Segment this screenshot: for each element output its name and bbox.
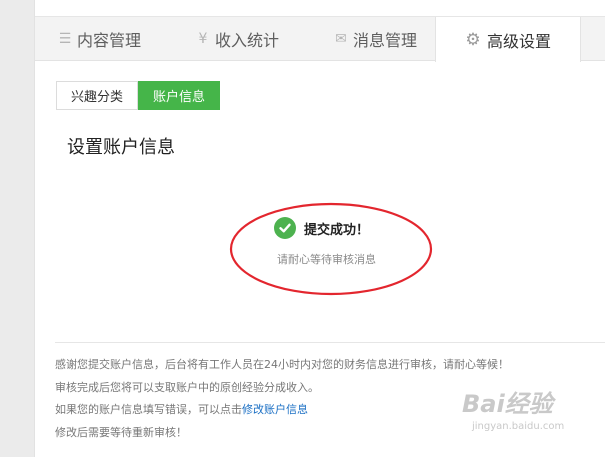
sub-tabs: 兴趣分类 账户信息 <box>56 81 221 110</box>
red-annotation-ellipse <box>229 202 433 296</box>
main-panel: ☰ 内容管理 ¥ 收入统计 ✉ 消息管理 ⚙ 高级设置 兴趣分类 账户信息 设置… <box>34 0 605 457</box>
checkmark-icon <box>274 217 296 239</box>
tab-label: 内容管理 <box>77 31 142 50</box>
tab-income-statistics[interactable]: ¥ 收入统计 <box>195 17 279 61</box>
list-icon: ☰ <box>58 31 72 47</box>
edit-account-info-link[interactable]: 修改账户信息 <box>242 403 308 416</box>
top-strip <box>35 0 605 17</box>
subtab-interest-category[interactable]: 兴趣分类 <box>56 81 139 110</box>
tab-bar: ☰ 内容管理 ¥ 收入统计 ✉ 消息管理 ⚙ 高级设置 <box>35 17 605 62</box>
tab-label: 消息管理 <box>353 31 418 50</box>
envelope-icon: ✉ <box>335 31 347 47</box>
tab-content-management[interactable]: ☰ 内容管理 <box>57 17 141 61</box>
note-line: 审核完成后您将可以支取账户中的原创经验分成收入。 <box>55 380 319 394</box>
tab-label: 收入统计 <box>215 31 280 50</box>
notes-section: 感谢您提交账户信息，后台将有工作人员在24小时内对您的财务信息进行审核，请耐心等… <box>55 354 595 444</box>
tab-message-management[interactable]: ✉ 消息管理 <box>333 17 417 61</box>
success-subtitle: 请耐心等待审核消息 <box>277 253 376 266</box>
page-title: 设置账户信息 <box>67 137 175 158</box>
note-line: 修改后需要等待重新审核！ <box>55 425 187 439</box>
tab-label: 高级设置 <box>486 31 551 51</box>
note-line: 感谢您提交账户信息，后台将有工作人员在24小时内对您的财务信息进行审核，请耐心等… <box>55 358 509 371</box>
tab-advanced-settings[interactable]: ⚙ 高级设置 <box>435 17 581 62</box>
divider <box>55 342 605 343</box>
gear-icon: ⚙ <box>465 29 481 50</box>
success-title: 提交成功！ <box>304 223 370 238</box>
note-text: 如果您的账户信息填写错误，可以点击 <box>55 403 242 416</box>
note-line-with-link: 如果您的账户信息填写错误，可以点击修改账户信息 <box>55 399 595 422</box>
yen-icon: ¥ <box>198 31 208 47</box>
success-message: 提交成功！ 请耐心等待审核消息 <box>229 201 433 297</box>
subtab-account-info[interactable]: 账户信息 <box>138 81 221 110</box>
